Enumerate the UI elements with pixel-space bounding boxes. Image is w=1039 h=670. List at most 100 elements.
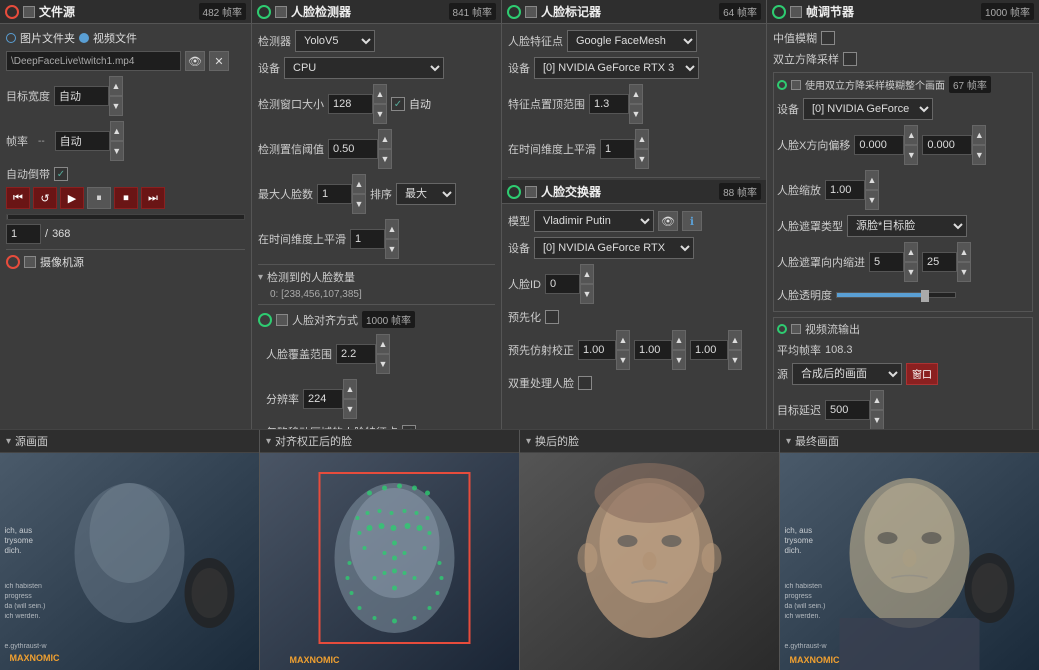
feature-range-up[interactable]: ▲: [629, 84, 643, 104]
face-detector-checkbox[interactable]: [275, 6, 287, 18]
fps-input[interactable]: [55, 131, 110, 151]
auto-copy-checkbox[interactable]: [54, 167, 68, 181]
ignore-motion-checkbox[interactable]: [402, 425, 416, 429]
face-cover-down[interactable]: ▼: [376, 354, 390, 374]
resolution-down[interactable]: ▼: [343, 399, 357, 419]
progress-bar[interactable]: [6, 214, 245, 220]
temporal-input-marker[interactable]: [600, 139, 635, 159]
max-faces-input[interactable]: [317, 184, 352, 204]
max-faces-down[interactable]: ▼: [352, 194, 366, 214]
fps-down[interactable]: ▼: [110, 141, 124, 161]
resolution-up[interactable]: ▲: [343, 379, 357, 399]
x-offset-up[interactable]: ▲: [904, 125, 918, 145]
detector-select[interactable]: YoloV5: [295, 30, 375, 52]
temporal-up-detector[interactable]: ▲: [385, 219, 399, 239]
target-delay-input[interactable]: [825, 400, 870, 420]
window-size-up[interactable]: ▲: [373, 84, 387, 104]
y-offset-down[interactable]: ▼: [972, 145, 986, 165]
target-width-up[interactable]: ▲: [109, 76, 123, 96]
face-cover-up[interactable]: ▲: [376, 334, 390, 354]
landmark-select[interactable]: Google FaceMesh: [567, 30, 697, 52]
file-source-checkbox[interactable]: [23, 6, 35, 18]
face-swapper-power-btn[interactable]: [507, 185, 521, 199]
y-offset-input[interactable]: [922, 135, 972, 155]
source-select[interactable]: 合成后的画面: [792, 363, 902, 385]
rewind-btn[interactable]: ↺: [33, 187, 57, 209]
file-path-input[interactable]: [6, 51, 181, 71]
play-btn[interactable]: ▶: [60, 187, 84, 209]
scale-input[interactable]: [825, 180, 865, 200]
threshold-down[interactable]: ▼: [378, 149, 392, 169]
stream-out-power[interactable]: [777, 324, 787, 334]
stream-out-checkbox[interactable]: [791, 324, 801, 334]
feature-range-input[interactable]: [589, 94, 629, 114]
frame-current-input[interactable]: [6, 224, 41, 244]
temporal-down-detector[interactable]: ▼: [385, 239, 399, 259]
median-checkbox[interactable]: [821, 31, 835, 45]
file-source-power-btn[interactable]: [5, 5, 19, 19]
window-btn[interactable]: 窗口: [906, 363, 938, 385]
radio-images[interactable]: [6, 33, 16, 43]
resolution-input[interactable]: [303, 389, 343, 409]
bilateral-sub-checkbox[interactable]: [791, 80, 801, 90]
double-process-checkbox[interactable]: [578, 376, 592, 390]
face-detector-power-btn[interactable]: [257, 5, 271, 19]
device-select-marker[interactable]: [0] NVIDIA GeForce RTX 3: [534, 57, 699, 79]
blur-down[interactable]: ▼: [957, 262, 971, 282]
erode-up[interactable]: ▲: [904, 242, 918, 262]
align-checkbox[interactable]: [276, 314, 288, 326]
erode-down[interactable]: ▼: [904, 262, 918, 282]
blur-up[interactable]: ▲: [957, 242, 971, 262]
psv3-down[interactable]: ▼: [728, 350, 742, 370]
bilateral-sub-power[interactable]: [777, 80, 787, 90]
next-btn[interactable]: ⏭: [141, 187, 165, 209]
y-offset-up[interactable]: ▲: [972, 125, 986, 145]
face-cover-input[interactable]: [336, 344, 376, 364]
device-select-swapper[interactable]: [0] NVIDIA GeForce RTX: [534, 237, 694, 259]
psv1-up[interactable]: ▲: [616, 330, 630, 350]
opacity-thumb[interactable]: [921, 290, 929, 302]
frame-adjuster-power-btn[interactable]: [772, 5, 786, 19]
threshold-up[interactable]: ▲: [378, 129, 392, 149]
target-width-input[interactable]: [54, 86, 109, 106]
psv3-input[interactable]: [690, 340, 728, 360]
psv1-input[interactable]: [578, 340, 616, 360]
fps-up[interactable]: ▲: [110, 121, 124, 141]
target-width-down[interactable]: ▼: [109, 96, 123, 116]
face-swapper-checkbox[interactable]: [525, 186, 537, 198]
max-faces-up[interactable]: ▲: [352, 174, 366, 194]
psv2-up[interactable]: ▲: [672, 330, 686, 350]
x-offset-input[interactable]: [854, 135, 904, 155]
window-size-down[interactable]: ▼: [373, 104, 387, 124]
eye-btn-model[interactable]: 👁: [658, 211, 678, 231]
align-power-btn[interactable]: [258, 313, 272, 327]
pause-btn[interactable]: ⏸: [87, 187, 111, 209]
psv2-input[interactable]: [634, 340, 672, 360]
psv1-down[interactable]: ▼: [616, 350, 630, 370]
frame-adjuster-checkbox[interactable]: [790, 6, 802, 18]
face-id-up[interactable]: ▲: [580, 264, 594, 284]
face-id-down[interactable]: ▼: [580, 284, 594, 304]
mask-type-select[interactable]: 源脸*目标脸: [847, 215, 967, 237]
prev-btn[interactable]: ⏮: [6, 187, 30, 209]
model-select[interactable]: Vladimir Putin: [534, 210, 654, 232]
camera-power-btn[interactable]: [6, 255, 20, 269]
psv2-down[interactable]: ▼: [672, 350, 686, 370]
camera-checkbox[interactable]: [24, 256, 36, 268]
temporal-input-detector[interactable]: [350, 229, 385, 249]
erode-input[interactable]: [869, 252, 904, 272]
close-btn-file[interactable]: ✕: [209, 51, 229, 71]
opacity-slider[interactable]: [836, 292, 956, 298]
device-select-adjuster[interactable]: [0] NVIDIA GeForce: [803, 98, 933, 120]
window-size-input[interactable]: [328, 94, 373, 114]
eye-btn-file[interactable]: 👁: [185, 51, 205, 71]
det-count-section[interactable]: ▾ 检测到的人脸数量: [258, 269, 495, 285]
sort-select[interactable]: 最大: [396, 183, 456, 205]
feature-range-down[interactable]: ▼: [629, 104, 643, 124]
stop-btn[interactable]: ⏹: [114, 187, 138, 209]
face-marker-checkbox[interactable]: [525, 6, 537, 18]
threshold-input[interactable]: [328, 139, 378, 159]
radio-video[interactable]: [79, 33, 89, 43]
face-marker-power-btn[interactable]: [507, 5, 521, 19]
bilateral-checkbox[interactable]: [843, 52, 857, 66]
